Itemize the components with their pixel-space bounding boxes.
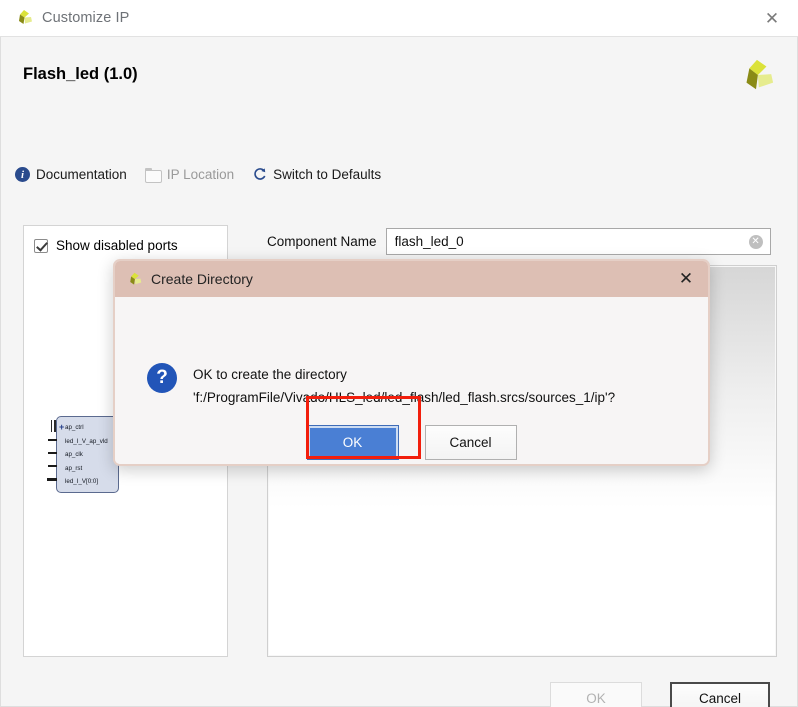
dialog-body: ? OK to create the directory 'f:/Program…	[115, 297, 708, 464]
refresh-icon	[252, 167, 267, 182]
pin-led-bus	[47, 478, 57, 481]
clear-icon[interactable]: ✕	[748, 234, 763, 249]
documentation-link[interactable]: i Documentation	[15, 167, 127, 182]
info-icon: i	[15, 167, 30, 182]
show-disabled-ports-label: Show disabled ports	[56, 238, 178, 253]
dialog-ok-wrapper: OK	[306, 425, 399, 460]
cancel-button[interactable]: Cancel	[670, 682, 770, 707]
switch-to-defaults-link[interactable]: Switch to Defaults	[252, 167, 381, 182]
documentation-label: Documentation	[36, 167, 127, 182]
app-root: Customize IP ✕ Flash_led (1.0) i Documen…	[0, 0, 798, 707]
dialog-ok-button[interactable]: OK	[306, 425, 399, 460]
ip-block-diagram[interactable]: + ap_ctrl led_I_V_ap_vld ap_clk ap_rst l…	[47, 416, 119, 493]
port-label: ap_rst	[65, 464, 83, 472]
dialog-button-row: OK Cancel	[115, 425, 708, 460]
pin-ap-rst	[48, 465, 57, 467]
port-label: ap_clk	[65, 451, 83, 458]
window-title: Customize IP	[42, 10, 130, 26]
create-directory-dialog: Create Directory ✕ ? OK to create the di…	[113, 259, 710, 466]
component-name-field[interactable]: ✕	[385, 228, 771, 255]
xilinx-brand-logo	[737, 57, 775, 95]
switch-to-defaults-label: Switch to Defaults	[273, 167, 382, 182]
component-name-label: Component Name	[267, 234, 377, 249]
close-icon[interactable]: ✕	[746, 0, 798, 37]
port-label: led_I_V_ap_vld	[65, 437, 108, 445]
dialog-close-icon[interactable]: ✕	[664, 261, 708, 297]
port-label: ap_ctrl	[65, 424, 84, 431]
block-port-labels: ap_ctrl led_I_V_ap_vld ap_clk ap_rst led…	[65, 421, 108, 489]
dialog-message: OK to create the directory 'f:/ProgramFi…	[193, 367, 616, 405]
checkbox-box[interactable]	[34, 238, 48, 253]
port-label: led_I_V[0:0]	[65, 478, 99, 485]
xilinx-logo-icon	[14, 8, 34, 28]
pin-ap-clk	[48, 452, 57, 454]
dialog-cancel-button[interactable]: Cancel	[424, 425, 517, 460]
show-disabled-ports-checkbox[interactable]: Show disabled ports	[34, 238, 178, 253]
ip-location-label: IP Location	[166, 167, 235, 182]
toolbar: i Documentation IP Location Switch to De…	[15, 167, 381, 183]
component-name-input[interactable]	[392, 233, 733, 250]
pin-led-vld	[48, 439, 57, 441]
bus-pin-ap-ctrl	[51, 420, 56, 432]
ok-button[interactable]: OK	[550, 682, 642, 707]
question-icon: ?	[147, 363, 177, 393]
ip-location-link[interactable]: IP Location	[144, 167, 235, 183]
folder-icon	[144, 168, 162, 183]
dialog-title: Create Directory	[151, 271, 253, 287]
page-title: Flash_led (1.0)	[23, 65, 138, 83]
dialog-titlebar: Create Directory ✕	[115, 261, 708, 297]
component-name-row: Component Name ✕	[267, 228, 771, 255]
window-titlebar: Customize IP ✕	[0, 0, 798, 37]
dialog-xilinx-logo-icon	[126, 271, 143, 288]
